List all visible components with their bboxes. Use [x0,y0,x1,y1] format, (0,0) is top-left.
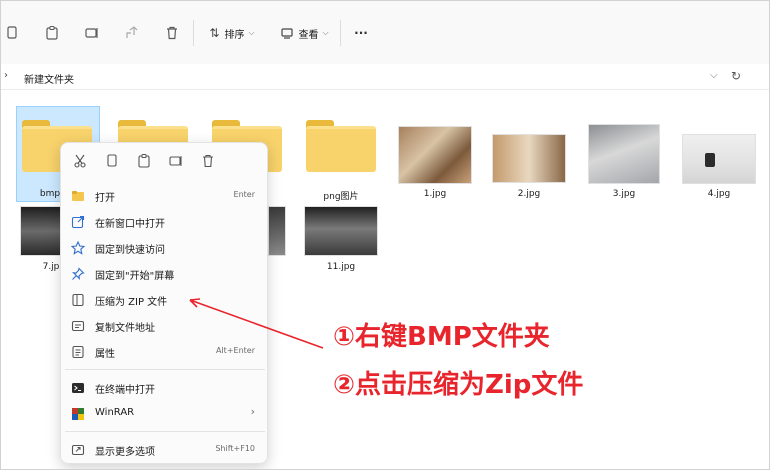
sort-icon: ⇅ [209,26,220,40]
context-menu: 打开 Enter 在新窗口中打开 固定到快速访问 固定到"开始"屏幕 压缩为 Z… [60,142,268,464]
chevron-right-icon: › [4,70,8,81]
menu-item-open-terminal[interactable]: 在终端中打开 [65,375,265,399]
menu-item-pin-quick-access[interactable]: 固定到快速访问 [65,235,265,259]
star-icon [70,240,86,255]
menu-item-pin-start[interactable]: 固定到"开始"屏幕 [65,261,265,285]
image-thumbnail-3[interactable] [588,124,660,184]
delete-icon[interactable] [201,153,215,168]
view-label: 查看 [298,29,319,41]
image-11-label: 11.jpg [326,262,356,272]
copy-icon[interactable] [105,153,119,167]
refresh-icon[interactable]: ↻ [731,69,741,83]
zip-archive-icon [71,292,85,307]
sort-label: 排序 [224,29,245,41]
chevron-right-icon: › [250,405,255,418]
sort-button[interactable]: ⇅ 排序 ⌵ [202,22,262,44]
menu-item-open-new-window[interactable]: 在新窗口中打开 [65,209,265,233]
menu-divider [65,431,265,432]
image-thumbnail-11[interactable] [304,206,378,256]
menu-item-label: 显示更多选项 [95,447,155,458]
menu-item-properties[interactable]: 属性 Alt+Enter [65,339,265,363]
image-3-label: 3.jpg [612,189,636,199]
menu-item-winrar[interactable]: WinRAR › [65,401,265,425]
chevron-down-icon[interactable]: ⌵ [710,70,718,81]
toolbar-divider [340,20,341,46]
more-options-button[interactable]: ··· [348,22,374,44]
menu-item-shortcut: Enter [233,190,255,199]
breadcrumb[interactable]: 新建文件夹 [24,71,74,86]
paste-icon[interactable] [42,22,62,44]
copy-icon[interactable] [2,22,22,44]
rename-icon[interactable] [82,22,102,44]
share-icon[interactable] [122,22,142,44]
menu-item-copy-path[interactable]: 复制文件地址 [65,313,265,337]
menu-item-label: 在新窗口中打开 [95,219,165,230]
menu-item-label: 属性 [95,349,115,360]
menu-item-label: 固定到快速访问 [95,245,165,256]
address-bar[interactable]: › 新建文件夹 ⌵ ↻ [0,64,770,90]
menu-item-compress-zip[interactable]: 压缩为 ZIP 文件 [65,287,265,311]
image-1-label: 1.jpg [423,189,447,199]
toolbar-divider [193,20,194,46]
menu-item-shortcut: Shift+F10 [215,444,255,453]
terminal-icon [71,380,85,394]
view-button[interactable]: 查看 ⌵ [274,22,336,44]
folder-open-icon [71,188,85,202]
chevron-down-icon: ⌵ [322,28,329,37]
context-menu-quick-actions [61,143,269,179]
show-more-icon [71,442,85,456]
image-thumbnail-2[interactable] [492,134,566,183]
menu-item-label: 固定到"开始"屏幕 [95,271,175,282]
pin-icon [71,266,85,281]
image-2-label: 2.jpg [517,189,541,199]
menu-item-label: 打开 [95,193,115,204]
image-4-label: 4.jpg [707,189,731,199]
image-thumbnail-4[interactable] [682,134,756,184]
view-icon [281,24,294,43]
image-thumbnail-1[interactable] [398,126,472,184]
command-bar: ⇅ 排序 ⌵ 查看 ⌵ ··· [0,0,770,64]
rename-icon[interactable] [169,153,183,167]
copy-path-icon [71,318,85,332]
annotation-step-2: ②点击压缩为Zip文件 [333,370,584,400]
paste-icon[interactable] [137,153,151,168]
folder-png-label: png图片 [323,192,359,202]
winrar-icon [71,406,85,420]
open-new-window-icon [71,214,85,229]
menu-item-label: 在终端中打开 [95,385,155,396]
menu-item-label: 压缩为 ZIP 文件 [95,297,168,308]
chevron-down-icon: ⌵ [248,28,255,37]
folder-png[interactable] [306,116,376,172]
menu-item-label: WinRAR [95,407,135,418]
menu-item-open[interactable]: 打开 Enter [65,183,265,207]
annotation-step-1: ①右键BMP文件夹 [333,322,550,352]
image-thumbnail-partial[interactable] [268,206,286,256]
menu-divider [65,369,265,370]
cut-icon[interactable] [73,153,87,168]
menu-item-label: 复制文件地址 [95,323,155,334]
menu-item-shortcut: Alt+Enter [215,346,255,355]
menu-item-show-more-options[interactable]: 显示更多选项 Shift+F10 [65,437,265,461]
delete-icon[interactable] [162,22,182,44]
properties-icon [71,344,85,359]
